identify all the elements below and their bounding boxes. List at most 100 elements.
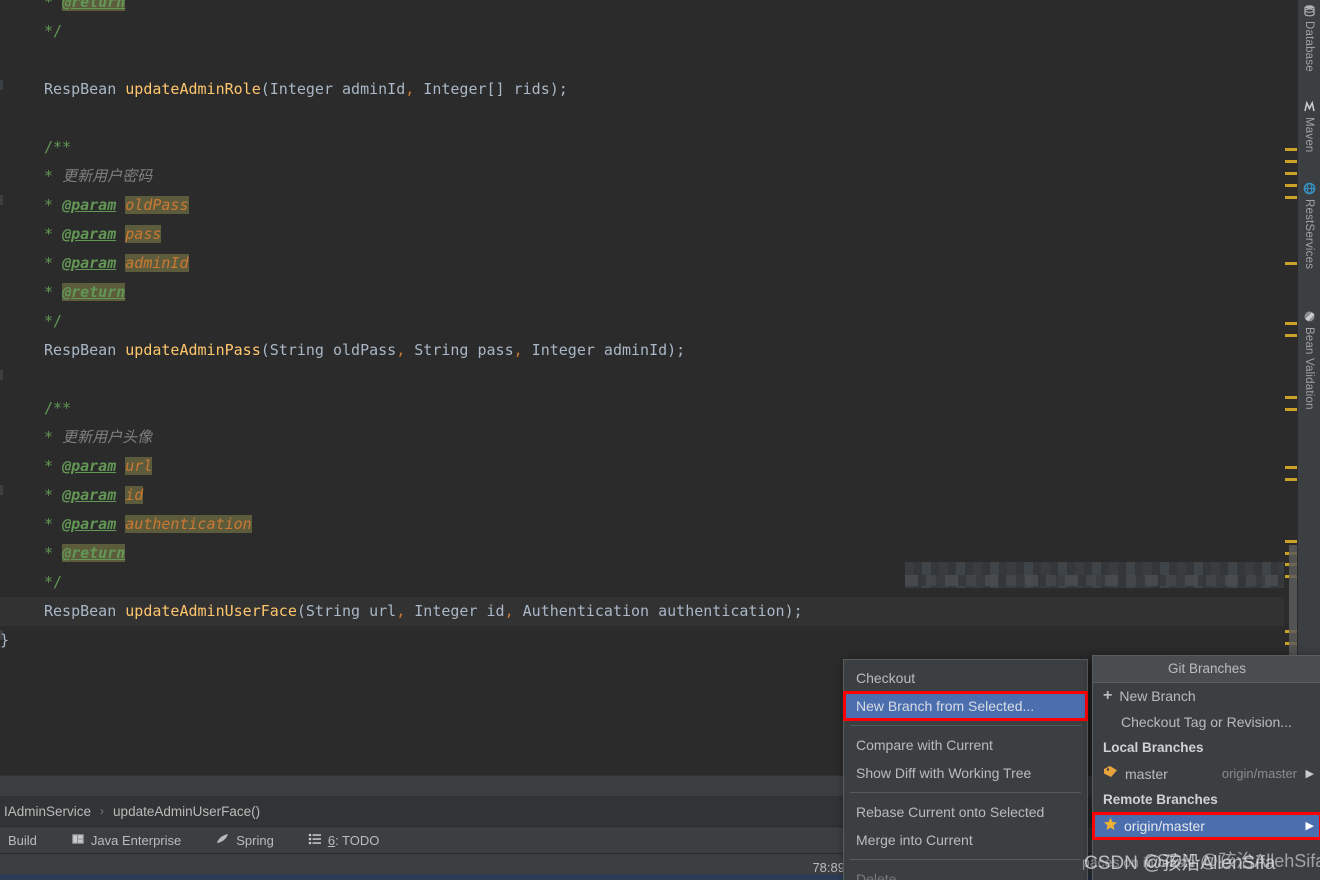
code-line[interactable]: * 更新用户头像 xyxy=(0,423,1284,452)
code-token: * xyxy=(44,225,63,243)
context-menu-item[interactable]: Show Diff with Working Tree xyxy=(844,759,1087,787)
tool-window-button-build[interactable]: Build xyxy=(0,827,49,854)
git-remote-branch-row-selected[interactable]: origin/master ▶ xyxy=(1092,812,1320,840)
code-token: */ xyxy=(44,22,63,40)
code-line[interactable]: * @param id xyxy=(0,481,1284,510)
spring-leaf-icon xyxy=(215,832,230,849)
code-token: * xyxy=(44,457,63,475)
code-line[interactable]: /** xyxy=(0,133,1284,162)
code-line[interactable]: * @return xyxy=(0,278,1284,307)
code-line[interactable]: /** xyxy=(0,394,1284,423)
breadcrumb-item-method[interactable]: updateAdminUserFace() xyxy=(113,804,260,819)
context-menu-item[interactable]: Rebase Current onto Selected xyxy=(844,798,1087,826)
code-token: ); xyxy=(549,80,568,98)
context-menu-item[interactable]: Compare with Current xyxy=(844,731,1087,759)
code-token: @param xyxy=(62,457,117,475)
code-token: Integer adminId xyxy=(269,80,406,98)
git-remote-branch-name: origin/master xyxy=(1124,818,1205,834)
tool-window-button-java-enterprise[interactable]: Java Enterprise xyxy=(49,827,193,854)
code-token: * xyxy=(44,428,63,446)
code-line[interactable]: * @param adminId xyxy=(0,249,1284,278)
tool-window-bean-validation-label: Bean Validation xyxy=(1303,327,1315,410)
code-token: RespBean xyxy=(44,602,126,620)
tool-window-button-spring[interactable]: Spring xyxy=(193,827,286,854)
code-line[interactable]: * @param oldPass xyxy=(0,191,1284,220)
breadcrumb-separator-icon: › xyxy=(100,804,105,818)
code-token: RespBean xyxy=(44,80,126,98)
code-line[interactable]: * @param authentication xyxy=(0,510,1284,539)
code-line[interactable]: } xyxy=(0,626,1284,655)
code-token: @param xyxy=(62,196,117,214)
chevron-right-icon-selected[interactable]: ▶ xyxy=(1306,813,1314,839)
tool-window-maven[interactable]: Maven xyxy=(1298,100,1320,166)
menu-separator xyxy=(850,792,1081,793)
code-token: @return xyxy=(62,283,126,301)
code-token: String oldPass xyxy=(269,341,397,359)
git-branches-popup[interactable]: Git Branches + New Branch Checkout Tag o… xyxy=(1092,655,1320,880)
bean-validation-icon xyxy=(1303,310,1316,323)
git-remote-branches-header: Remote Branches xyxy=(1103,792,1218,807)
chevron-right-icon[interactable]: ▶ xyxy=(1306,761,1314,787)
code-line[interactable]: */ xyxy=(0,17,1284,46)
tool-window-button-todo-label: : TODO xyxy=(335,833,380,848)
code-token: ); xyxy=(784,602,803,620)
git-checkout-tag-item[interactable]: Checkout Tag or Revision... xyxy=(1093,709,1320,735)
code-token: pass xyxy=(125,225,162,243)
code-token: Authentication authentication xyxy=(513,602,785,620)
java-enterprise-icon xyxy=(71,832,85,849)
code-token: url xyxy=(125,457,153,475)
code-token: Integer id xyxy=(405,602,505,620)
code-line[interactable] xyxy=(0,104,1284,133)
context-menu-item[interactable]: Merge into Current xyxy=(844,826,1087,854)
code-token: @param xyxy=(62,515,117,533)
code-token: /** xyxy=(44,138,72,156)
branch-context-menu[interactable]: Checkout New Branch from Selected... Compa… xyxy=(843,659,1088,880)
code-line[interactable] xyxy=(0,46,1284,75)
code-line[interactable]: RespBean updateAdminUserFace(String url,… xyxy=(0,597,1284,626)
code-line[interactable]: * @return xyxy=(0,0,1284,17)
code-token: , xyxy=(396,341,406,359)
code-token: , xyxy=(504,602,514,620)
tool-window-database[interactable]: Database xyxy=(1298,4,1320,84)
code-token: /** xyxy=(44,399,72,417)
tool-window-database-label: Database xyxy=(1303,21,1315,72)
code-line[interactable]: RespBean updateAdminRole(Integer adminId… xyxy=(0,75,1284,104)
code-line[interactable]: */ xyxy=(0,307,1284,336)
code-line[interactable]: * @param pass xyxy=(0,220,1284,249)
git-branches-title: Git Branches xyxy=(1093,656,1320,683)
redacted-region-2 xyxy=(905,575,1284,586)
code-token: * xyxy=(44,486,63,504)
tool-window-bean-validation[interactable]: Bean Validation xyxy=(1298,310,1320,442)
tool-window-restservices-label: RestServices xyxy=(1303,199,1315,270)
code-token: Integer adminId xyxy=(522,341,668,359)
breadcrumb-item-class[interactable]: IAdminService xyxy=(4,804,91,819)
git-new-branch-item[interactable]: + New Branch xyxy=(1093,683,1320,709)
tool-window-maven-label: Maven xyxy=(1303,117,1315,153)
code-token: @param xyxy=(62,225,117,243)
git-local-branch-tracking: origin/master xyxy=(1221,766,1297,781)
context-menu-item[interactable]: New Branch from Selected... xyxy=(843,691,1088,721)
code-line[interactable] xyxy=(0,365,1284,394)
code-token: String pass xyxy=(405,341,514,359)
code-line[interactable]: * 更新用户密码 xyxy=(0,162,1284,191)
code-token: } xyxy=(0,631,10,649)
code-token: 更新用户头像 xyxy=(62,428,153,446)
code-token: * xyxy=(44,254,63,272)
code-token: * xyxy=(44,196,63,214)
git-local-branch-row[interactable]: master origin/master ▶ xyxy=(1093,761,1320,787)
tool-window-restservices[interactable]: RestServices xyxy=(1298,182,1320,294)
code-token: @return xyxy=(62,0,126,11)
tool-window-button-todo[interactable]: 6: TODO xyxy=(286,827,392,854)
git-local-branches-header: Local Branches xyxy=(1103,740,1204,755)
code-token: * xyxy=(44,515,63,533)
menu-separator xyxy=(850,725,1081,726)
context-menu-item[interactable]: Checkout xyxy=(844,664,1087,692)
code-line[interactable]: * @param url xyxy=(0,452,1284,481)
code-token: */ xyxy=(44,312,63,330)
idea-window: * @return */ RespBean updateAdminRole(Inte… xyxy=(0,0,1320,880)
code-line[interactable]: RespBean updateAdminPass(String oldPass,… xyxy=(0,336,1284,365)
